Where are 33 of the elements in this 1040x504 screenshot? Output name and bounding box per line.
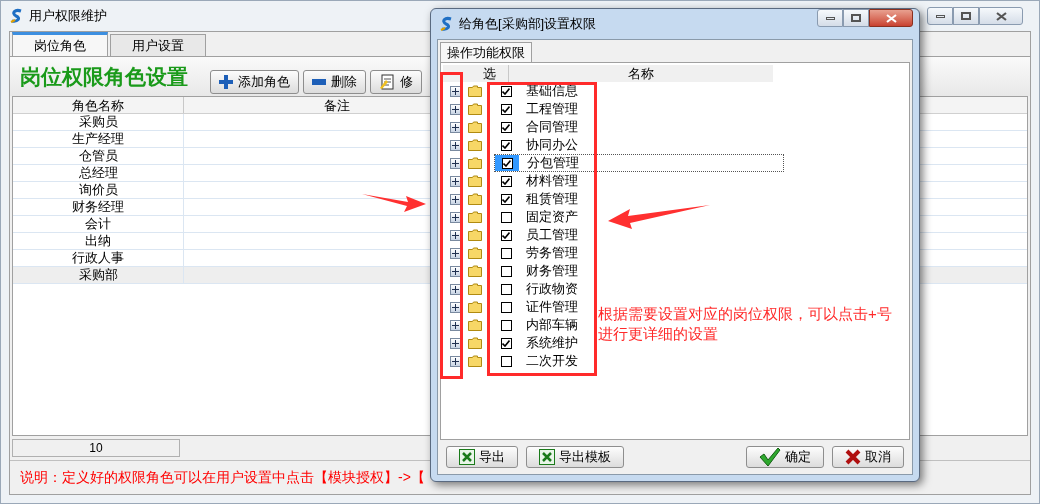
record-count: 10: [12, 439, 180, 457]
table-cell: 询价员: [13, 182, 184, 198]
table-cell: 生产经理: [13, 131, 184, 147]
dialog-title: 给角色[采购部]设置权限: [459, 15, 597, 34]
note-text: 说明：定义好的权限角色可以在用户设置中点击【模块授权】->【: [20, 468, 425, 487]
tree-item-label: 固定资产: [526, 208, 579, 227]
tree-item-label: 证件管理: [526, 298, 579, 317]
tree-item-label: 基础信息: [526, 82, 579, 101]
tree-item-label: 分包管理: [527, 154, 580, 173]
tree-item-label: 协同办公: [526, 136, 579, 155]
table-cell: 财务经理: [13, 199, 184, 215]
table-cell: 采购员: [13, 114, 184, 130]
annotation-text: 进行更详细的设置: [598, 324, 719, 344]
page-heading: 岗位权限角色设置: [20, 63, 188, 90]
tree-item-label: 劳务管理: [526, 244, 579, 263]
window-title: 用户权限维护: [29, 7, 107, 26]
tree-item-label: 行政物资: [526, 280, 579, 299]
tree-item-label: 工程管理: [526, 100, 579, 119]
table-cell: 总经理: [13, 165, 184, 181]
tree-item-label: 租赁管理: [526, 190, 579, 209]
table-cell: 行政人事: [13, 250, 184, 266]
tree-item-label: 财务管理: [526, 262, 579, 281]
table-cell: 仓管员: [13, 148, 184, 164]
table-cell: 采购部: [13, 267, 184, 283]
table-cell: 出纳: [13, 233, 184, 249]
tree-item-label: 员工管理: [526, 226, 579, 245]
tree-item-label: 材料管理: [526, 172, 579, 191]
table-cell: 会计: [13, 216, 184, 232]
tree-item-label: 二次开发: [526, 352, 579, 371]
tree-item-label: 内部车辆: [526, 316, 579, 335]
annotation-text: 根据需要设置对应的岗位权限，可以点击+号: [598, 304, 892, 324]
tree-item-label: 合同管理: [526, 118, 579, 137]
tree-item-label: 系统维护: [526, 334, 579, 353]
